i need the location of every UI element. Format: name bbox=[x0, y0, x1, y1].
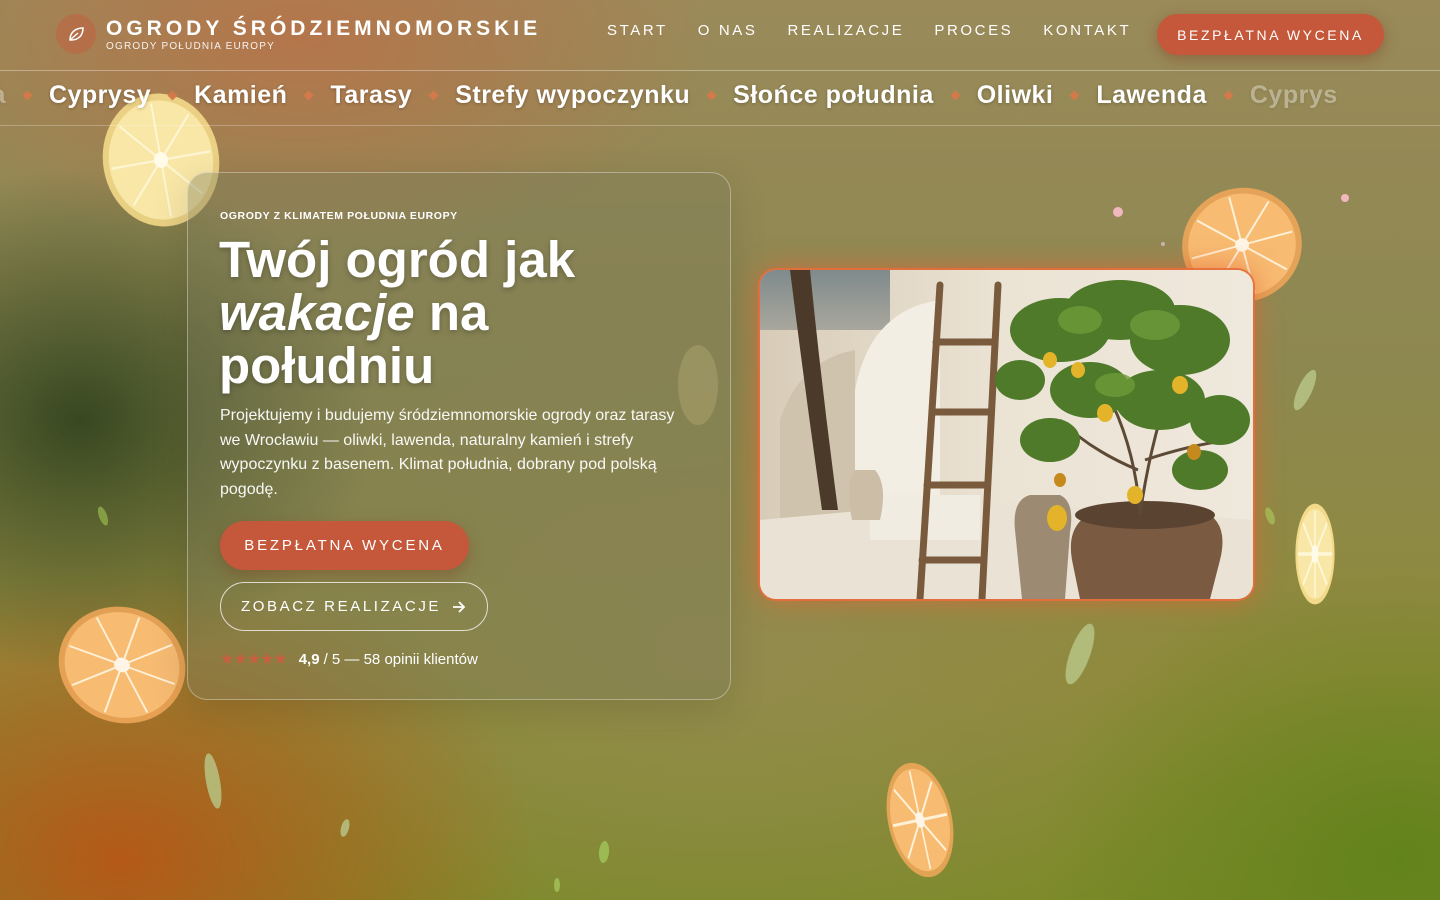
nav-link-start[interactable]: START bbox=[607, 22, 668, 39]
leaf-icon bbox=[56, 14, 96, 54]
marquee-item: Tarasy bbox=[330, 81, 413, 109]
keyword-marquee: nda Cyprysy Kamień Tarasy Strefy wypoczy… bbox=[0, 71, 1440, 126]
diamond-separator-icon bbox=[303, 90, 314, 101]
nav-link-proces[interactable]: PROCES bbox=[934, 22, 1013, 39]
hero-eyebrow: OGRODY Z KLIMATEM POŁUDNIA EUROPY bbox=[220, 210, 458, 222]
brand-subtitle: OGRODY POŁUDNIA EUROPY bbox=[106, 40, 276, 52]
diamond-separator-icon bbox=[167, 90, 178, 101]
marquee-item: Kamień bbox=[194, 81, 288, 109]
diamond-separator-icon bbox=[22, 90, 33, 101]
marquee-item: nda bbox=[0, 81, 6, 110]
hero-description: Projektujemy i budujemy śródziemnomorski… bbox=[220, 407, 675, 498]
nav-link-realizacje[interactable]: REALIZACJE bbox=[787, 22, 904, 39]
diamond-separator-icon bbox=[1069, 90, 1080, 101]
headline-line-1: Twój ogród jak bbox=[219, 231, 576, 288]
brand-title: OGRODY ŚRÓDZIEMNOMORSKIE bbox=[106, 16, 542, 40]
diamond-separator-icon bbox=[950, 90, 961, 101]
diamond-separator-icon bbox=[428, 90, 439, 101]
headline-line-3: południu bbox=[219, 337, 435, 394]
rating-summary: ★★★★★ 4,9 / 5 — 58 opinii klientów bbox=[220, 649, 478, 669]
nav-link-o-nas[interactable]: O NAS bbox=[698, 22, 758, 39]
main-nav: START O NAS REALIZACJE PROCES KONTAKT bbox=[592, 22, 1146, 39]
marquee-item: Cyprys bbox=[1249, 81, 1338, 109]
brand-logo[interactable]: OGRODY ŚRÓDZIEMNOMORSKIE OGRODY POŁUDNIA… bbox=[56, 14, 541, 54]
diamond-separator-icon bbox=[706, 90, 717, 101]
lemon-tree-photo bbox=[760, 270, 1253, 599]
marquee-item: Cyprysy bbox=[48, 81, 152, 109]
diamond-separator-icon bbox=[1223, 90, 1234, 101]
headline-rest: na bbox=[414, 284, 489, 341]
site-header: OGRODY ŚRÓDZIEMNOMORSKIE OGRODY POŁUDNIA… bbox=[0, 0, 1440, 71]
rating-score: 4,9 bbox=[298, 650, 320, 668]
marquee-item: Strefy wypoczynku bbox=[455, 81, 691, 109]
hero-card: OGRODY Z KLIMATEM POŁUDNIA EUROPY Twój o… bbox=[187, 172, 731, 700]
marquee-item: Lawenda bbox=[1096, 81, 1207, 109]
see-projects-button[interactable]: ZOBACZ REALIZACJE bbox=[220, 582, 488, 631]
arrow-right-icon bbox=[453, 600, 466, 613]
marquee-track: nda Cyprysy Kamień Tarasy Strefy wypoczy… bbox=[0, 81, 1338, 110]
marquee-item: Oliwki bbox=[976, 81, 1054, 109]
nav-link-kontakt[interactable]: KONTAKT bbox=[1043, 22, 1131, 39]
free-quote-button[interactable]: BEZPŁATNA WYCENA bbox=[220, 521, 469, 570]
headline-italic: wakacje bbox=[219, 284, 415, 341]
see-projects-label: ZOBACZ REALIZACJE bbox=[240, 598, 442, 615]
rating-stars: ★★★★★ bbox=[220, 651, 288, 668]
marquee-item: Słońce południa bbox=[733, 81, 934, 109]
hero-photo bbox=[760, 270, 1253, 599]
rating-text: / 5 — 58 opinii klientów bbox=[323, 650, 478, 668]
header-quote-button[interactable]: BEZPŁATNA WYCENA bbox=[1157, 14, 1384, 55]
hero-headline: Twój ogród jak wakacje na południu bbox=[219, 233, 689, 392]
